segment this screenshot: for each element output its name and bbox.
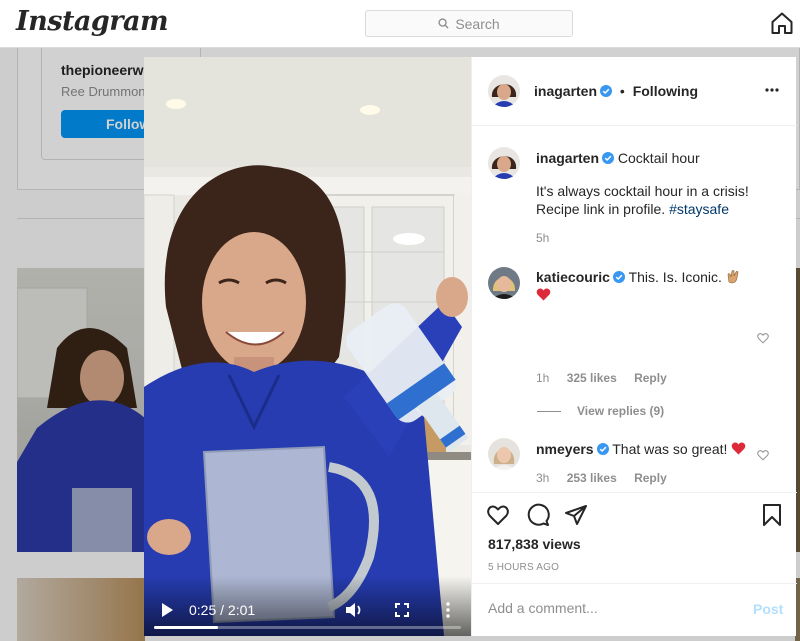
comment-text: nmeyers That was so great! — [536, 440, 761, 458]
comment-bubble-icon[interactable] — [526, 503, 550, 527]
replies-line — [537, 410, 561, 412]
caption-age[interactable]: 5h — [536, 231, 549, 245]
verified-badge-icon — [600, 85, 613, 97]
video-timestamp: 0:25 / 2:01 — [189, 602, 256, 618]
video-player[interactable]: 0:25 / 2:01 — [144, 57, 471, 636]
comment-meta: 1h 325 likes Reply — [536, 371, 667, 385]
like-comment-icon[interactable] — [757, 449, 769, 461]
verified-badge-icon — [602, 152, 615, 164]
verified-badge-icon — [596, 443, 609, 455]
bookmark-icon[interactable] — [760, 503, 784, 527]
comment-likes[interactable]: 325 likes — [567, 371, 617, 385]
following-button[interactable]: Following — [633, 83, 698, 99]
comments-list[interactable]: inagarten Cocktail hour It's always cock… — [472, 127, 797, 492]
hashtag-link[interactable]: #staysafe — [669, 201, 729, 217]
comment-likes[interactable]: 253 likes — [567, 471, 617, 485]
comment-age[interactable]: 1h — [536, 371, 549, 385]
comment-body: This. Is. Iconic. — [628, 269, 722, 285]
avatar[interactable] — [488, 438, 520, 470]
video-progress-fill — [154, 626, 218, 629]
search-placeholder: Search — [455, 15, 500, 32]
reply-button[interactable]: Reply — [634, 371, 667, 385]
comment-input[interactable] — [488, 600, 728, 616]
verified-badge-icon — [612, 271, 625, 283]
search-input[interactable]: Search — [365, 10, 573, 37]
red-heart-icon — [731, 442, 746, 455]
like-comment-icon[interactable] — [757, 332, 769, 344]
avatar[interactable] — [488, 75, 520, 107]
caption: inagarten Cocktail hour — [536, 149, 781, 167]
comment-age[interactable]: 3h — [536, 471, 549, 485]
home-icon[interactable] — [770, 11, 794, 35]
post-header: inagarten • Following — [472, 57, 797, 126]
post-comment-button[interactable]: Post — [753, 601, 783, 617]
volume-icon[interactable] — [345, 602, 363, 618]
comment-username[interactable]: nmeyers — [536, 441, 594, 457]
post-modal: 0:25 / 2:01 inagarten • Following inagar… — [144, 57, 797, 636]
comment-username[interactable]: katiecouric — [536, 269, 610, 285]
caption-line: It's always cocktail hour in a crisis! — [536, 183, 749, 199]
play-icon[interactable] — [160, 602, 174, 618]
comment-text: katiecouric This. Is. Iconic. — [536, 268, 761, 304]
post-actions: 817,838 views 5 HOURS AGO Post — [472, 492, 797, 641]
like-heart-icon[interactable] — [486, 503, 510, 527]
view-count[interactable]: 817,838 views — [488, 536, 581, 552]
view-replies-label: View replies (9) — [577, 404, 665, 418]
post-timestamp[interactable]: 5 HOURS AGO — [488, 562, 559, 573]
share-send-icon[interactable] — [564, 503, 588, 527]
reply-button[interactable]: Reply — [634, 471, 667, 485]
caption-title: Cocktail hour — [617, 150, 700, 166]
comment-meta: 3h 253 likes Reply — [536, 471, 667, 485]
caption-line: Recipe link in profile. — [536, 201, 666, 217]
instagram-logo[interactable]: Instagram — [16, 6, 169, 37]
avatar[interactable] — [488, 147, 520, 179]
video-frame — [144, 57, 471, 636]
video-more-icon[interactable] — [445, 602, 451, 618]
add-comment-bar: Post — [472, 583, 797, 637]
post-side-panel: inagarten • Following inagarten Cocktail… — [471, 57, 797, 636]
view-replies-button[interactable]: View replies (9) — [537, 404, 664, 418]
clapping-hands-icon — [727, 270, 739, 284]
video-controls: 0:25 / 2:01 — [144, 576, 471, 636]
avatar[interactable] — [488, 267, 520, 299]
caption-username[interactable]: inagarten — [536, 150, 599, 166]
top-navigation-bar: Instagram Search — [0, 0, 800, 48]
post-author: inagarten • Following — [534, 83, 699, 99]
header-username[interactable]: inagarten — [534, 83, 597, 99]
more-options-icon[interactable] — [765, 88, 779, 92]
red-heart-icon — [536, 288, 551, 301]
search-icon — [438, 18, 449, 29]
comment-body: That was so great! — [612, 441, 728, 457]
fullscreen-icon[interactable] — [395, 603, 409, 617]
video-progress-bar[interactable] — [154, 626, 461, 629]
caption-body: It's always cocktail hour in a crisis! R… — [536, 182, 781, 218]
